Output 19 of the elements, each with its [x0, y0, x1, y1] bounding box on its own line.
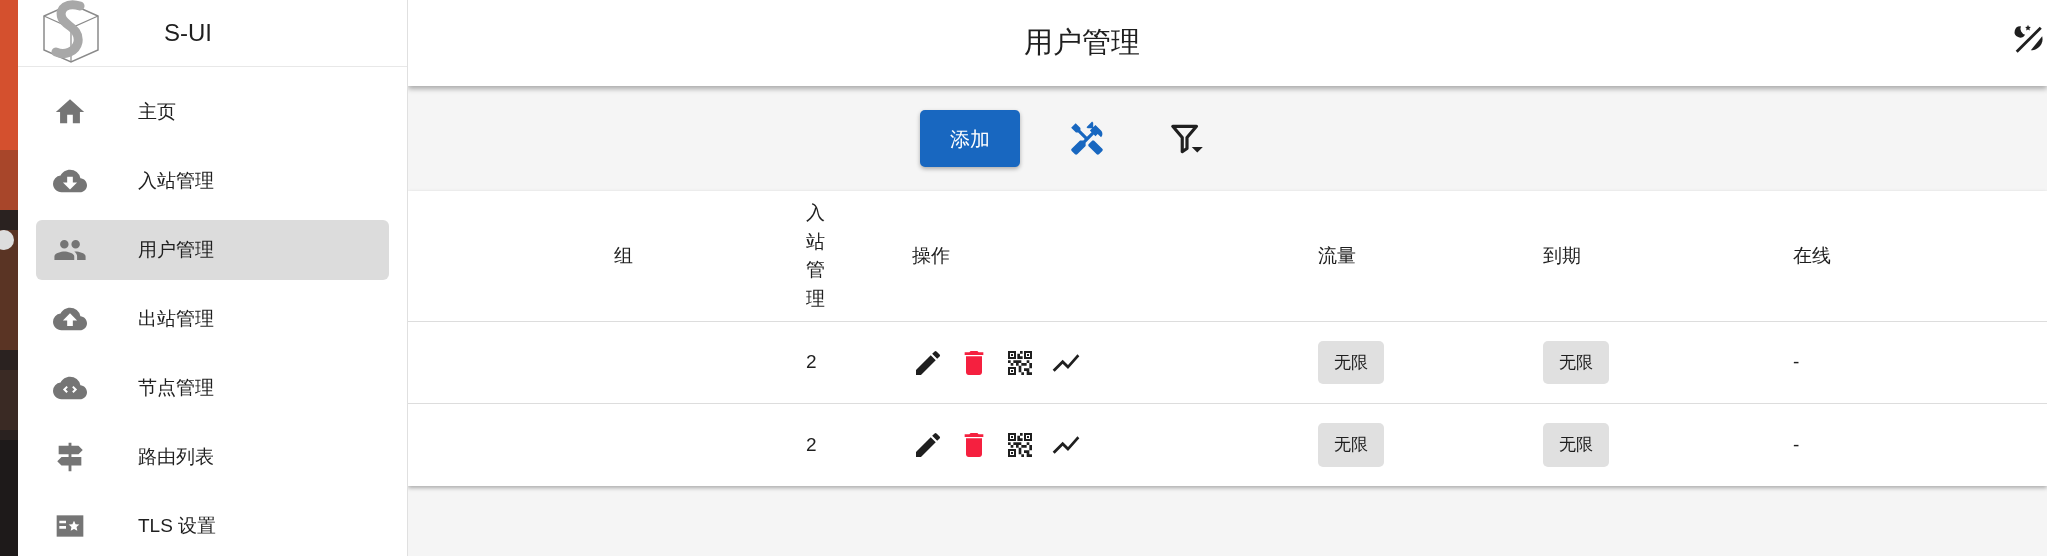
- app-name: S-UI: [164, 18, 212, 48]
- table-cell: -: [1793, 351, 1800, 373]
- column-header: 入站管理: [806, 201, 825, 311]
- traffic-badge: 无限: [1318, 423, 1384, 467]
- nav-item[interactable]: 用户管理: [36, 220, 389, 280]
- column-header: 组: [614, 244, 633, 266]
- column-header: 到期: [1543, 244, 1581, 266]
- column-header: 操作: [912, 244, 950, 266]
- traffic-badge: 无限: [1318, 340, 1384, 385]
- expiry-badge: 无限: [1543, 423, 1609, 467]
- table-cell: 2: [806, 351, 817, 373]
- column-header: 流量: [1318, 244, 1356, 266]
- logo-icon: [40, 0, 102, 66]
- expiry-badge: 无限: [1543, 340, 1609, 385]
- column-header: 在线: [1793, 244, 1831, 266]
- table-cell: -: [1793, 433, 1800, 455]
- page-title: 用户管理: [1023, 25, 1140, 61]
- add-button[interactable]: 添加: [919, 110, 1020, 167]
- table-cell: 2: [806, 433, 817, 455]
